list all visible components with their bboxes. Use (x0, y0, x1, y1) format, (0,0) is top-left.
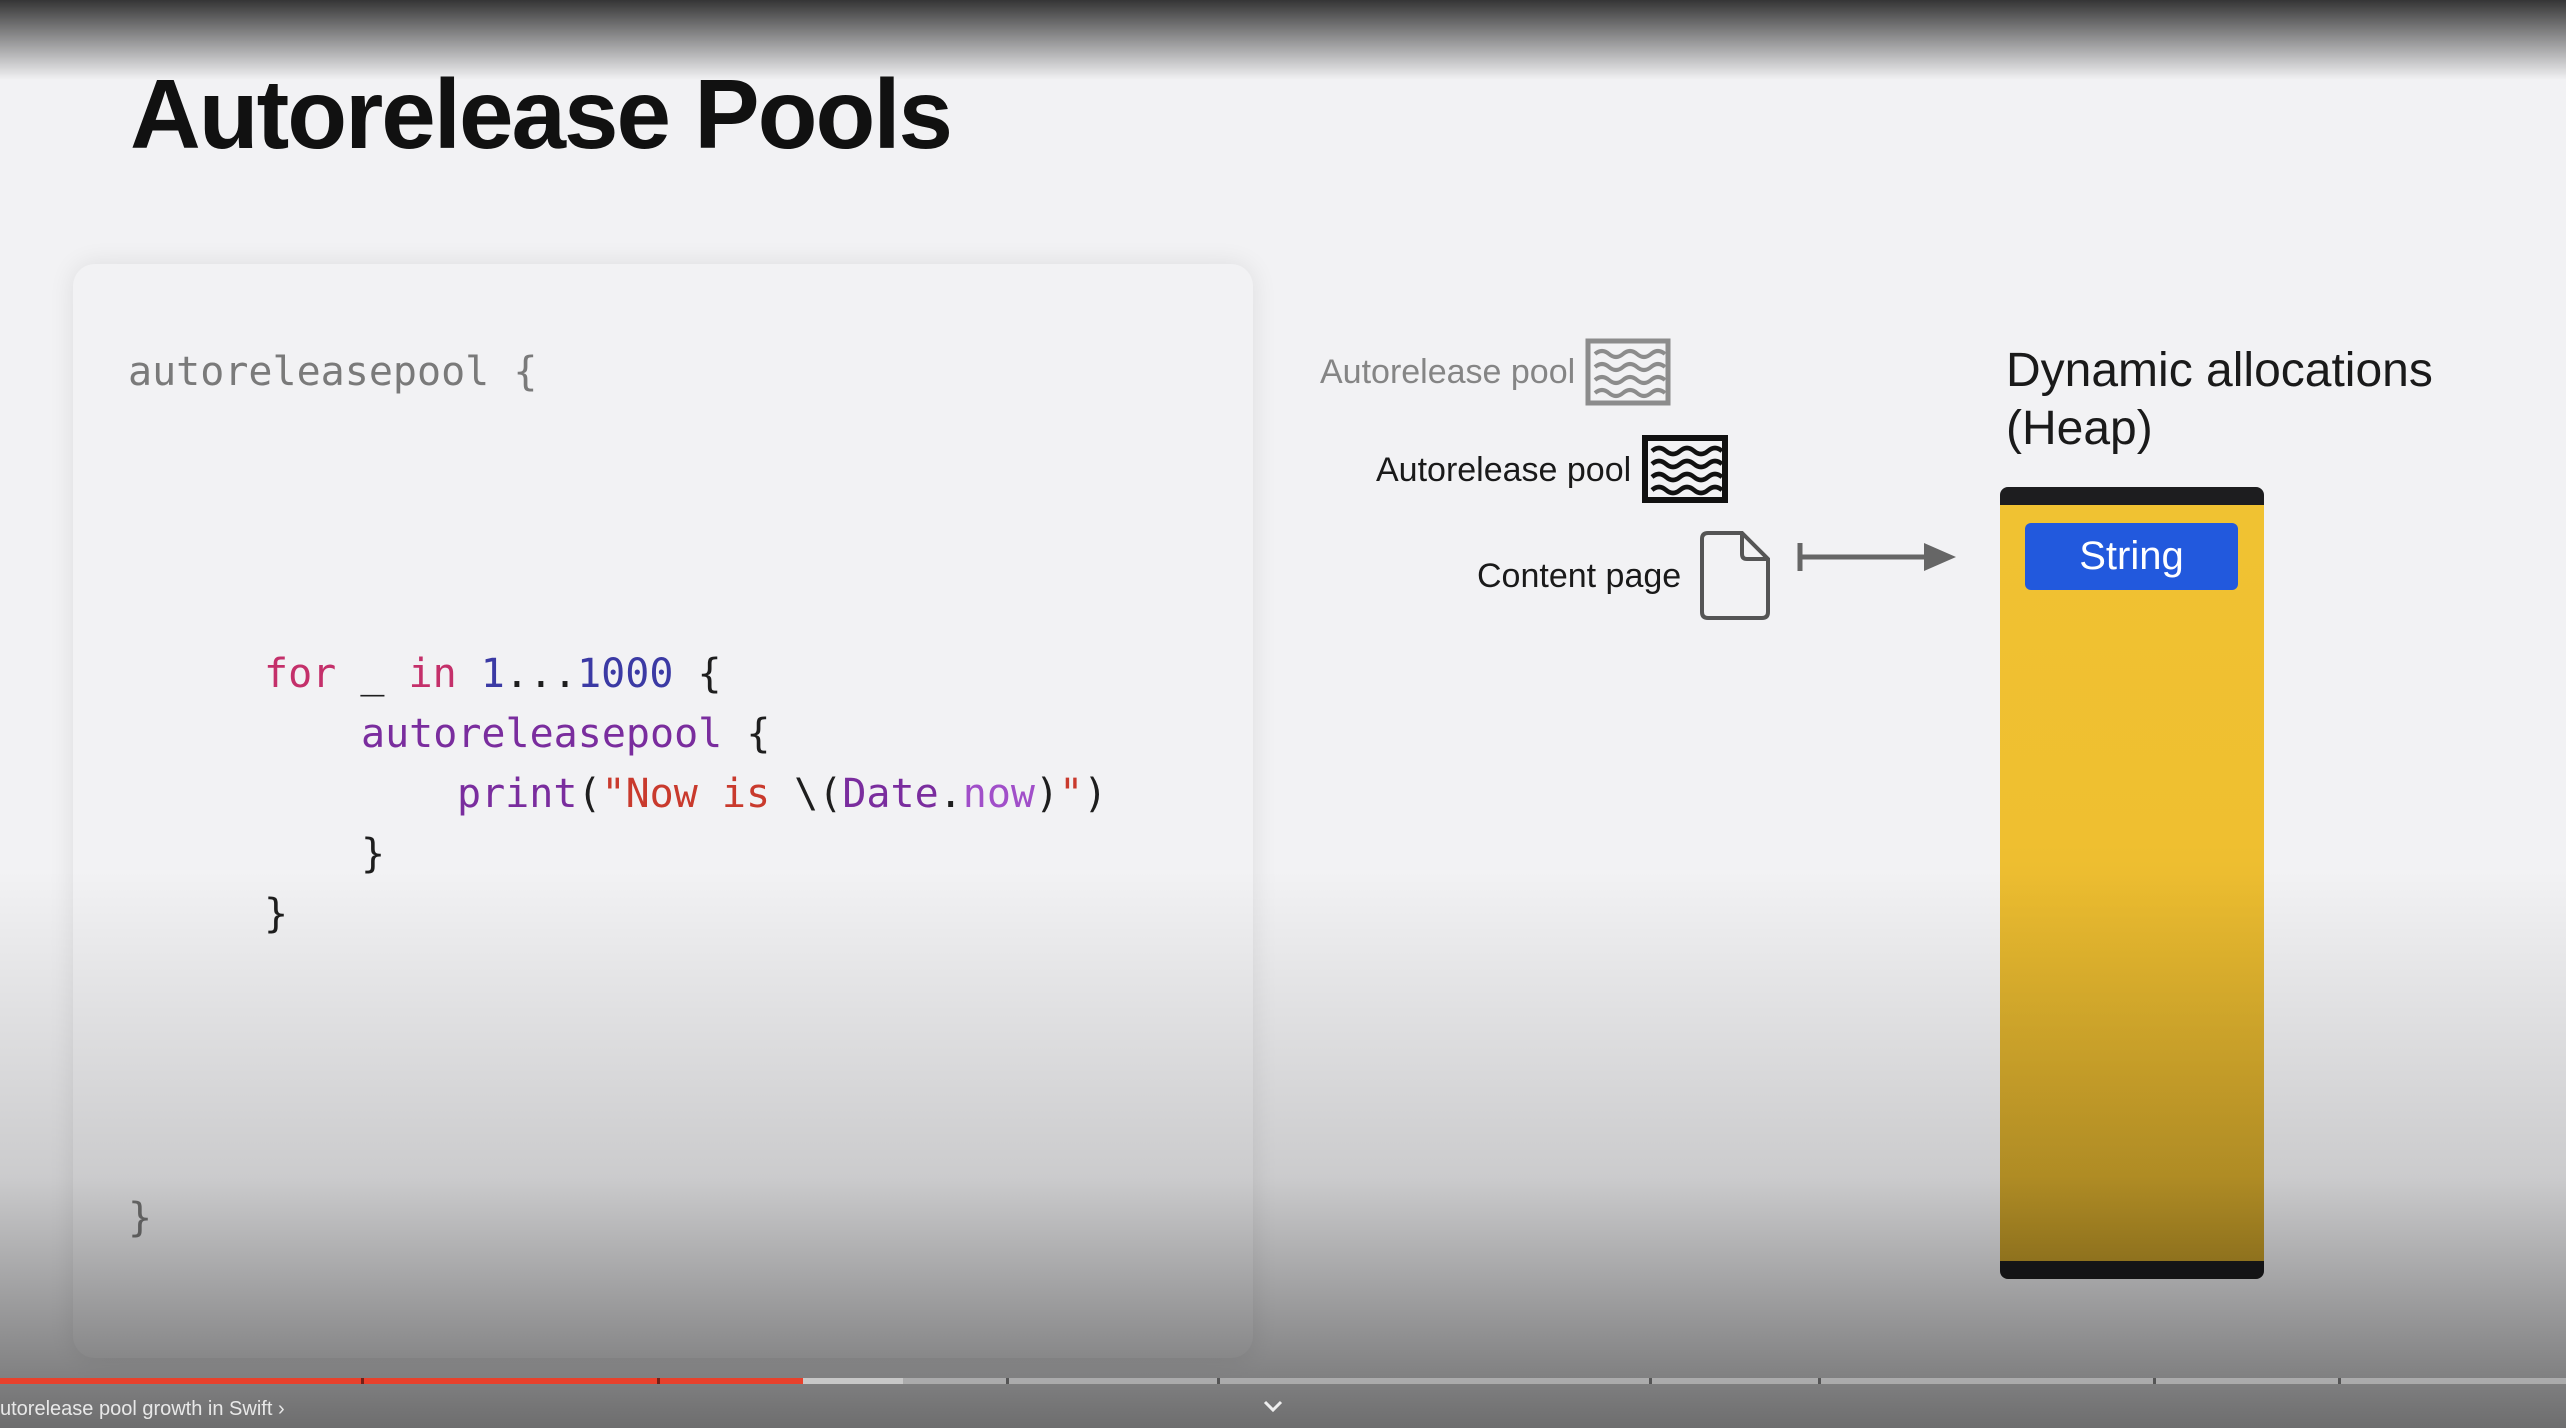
code-string-close: " (1059, 771, 1084, 817)
heap-string-block: String (2025, 523, 2238, 590)
code-range-end: 1000 (577, 651, 674, 697)
heap-title-line2: (Heap) (2006, 402, 2153, 455)
code-print-paren: ( (577, 771, 602, 817)
code-print-line: print("Now is \(Date.now)") (457, 771, 1107, 817)
code-inner-brace: { (722, 711, 771, 757)
code-range-start: 1 (456, 651, 505, 697)
code-print-fn: print (457, 771, 578, 817)
heap-title: Dynamic allocations (Heap) (2006, 342, 2433, 458)
chapter-marker (2153, 1378, 2156, 1384)
heap-column (2000, 487, 2264, 1279)
code-inner-close: } (361, 831, 386, 877)
outer-pool-icon (1585, 338, 1671, 406)
chevron-down-icon[interactable] (1262, 1398, 1284, 1414)
code-for-var: _ (336, 651, 409, 697)
code-date-type: Date (842, 771, 939, 817)
code-print-close: ) (1083, 771, 1108, 817)
code-dot: . (938, 771, 963, 817)
code-inner-open: autoreleasepool { (361, 711, 770, 757)
chapter-marker (1217, 1378, 1220, 1384)
progress-buffered (803, 1378, 903, 1384)
progress-played (0, 1378, 803, 1384)
chapter-marker (361, 1378, 364, 1384)
chapter-chevron-icon: › (277, 1398, 285, 1420)
chapter-marker (1649, 1378, 1652, 1384)
code-string-open: "Now is (601, 771, 771, 817)
code-range-op: ... (504, 651, 578, 697)
inner-pool-label: Autorelease pool (1376, 451, 1632, 489)
code-interp-open: \( (770, 771, 843, 817)
arrow-icon (1797, 543, 1956, 571)
content-page-label: Content page (1477, 557, 1682, 595)
chapter-title: utorelease pool growth in Swift (0, 1398, 273, 1420)
chapter-marker (657, 1378, 660, 1384)
code-interp-close: ) (1035, 771, 1060, 817)
code-for-line: for _ in 1...1000 { (264, 651, 722, 697)
inner-pool-icon (1642, 435, 1728, 503)
page-icon (1700, 531, 1770, 620)
chapter-marker (2338, 1378, 2341, 1384)
code-for-keyword: for (264, 651, 337, 697)
code-inner-pool-name: autoreleasepool (361, 711, 723, 757)
chapter-marker (1818, 1378, 1821, 1384)
chapter-marker (1006, 1378, 1009, 1384)
code-for-close: } (264, 891, 289, 937)
code-for-brace: { (673, 651, 722, 697)
code-outer-open: autoreleasepool { (128, 349, 538, 395)
outer-pool-label: Autorelease pool (1320, 353, 1576, 391)
chapter-title-link[interactable]: utorelease pool growth in Swift › (0, 1398, 285, 1421)
code-in-keyword: in (408, 651, 457, 697)
code-now-prop: now (962, 771, 1036, 817)
heap-title-line1: Dynamic allocations (2006, 344, 2433, 397)
slide-title: Autorelease Pools (130, 59, 953, 169)
code-outer-close: } (128, 1195, 153, 1241)
